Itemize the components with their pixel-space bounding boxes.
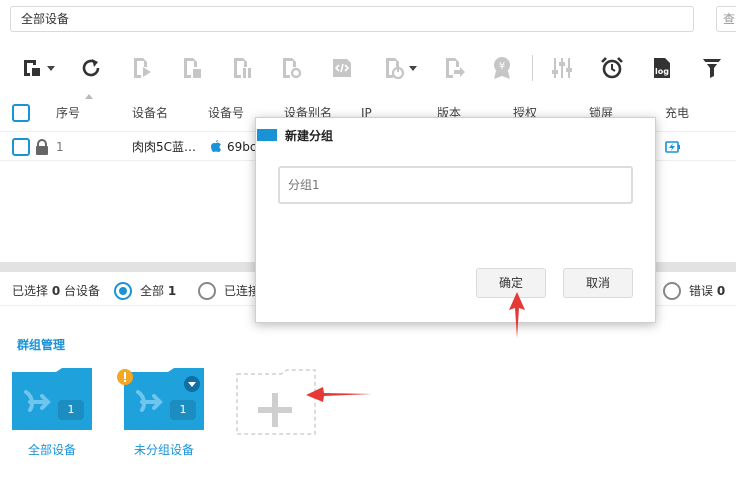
- export-button[interactable]: [440, 52, 468, 84]
- dropdown-icon[interactable]: [183, 375, 201, 393]
- log-button[interactable]: log: [648, 52, 676, 84]
- new-group-dialog: 新建分组 确定 取消: [255, 117, 656, 323]
- script-button[interactable]: [328, 52, 356, 84]
- row-device-name: 肉肉5C蓝…: [132, 140, 197, 154]
- file-sync-icon: [283, 58, 302, 79]
- add-group-icon: [236, 369, 316, 435]
- lock-icon: [36, 139, 48, 155]
- toolbar-divider: [532, 55, 533, 81]
- filter-error-radio[interactable]: [663, 282, 681, 300]
- filter-all-radio[interactable]: [114, 282, 132, 300]
- chevron-down-icon: [47, 65, 55, 71]
- annotation-arrow-left-icon: [306, 387, 372, 402]
- device-select-button[interactable]: [16, 52, 60, 84]
- filter-all-label[interactable]: 全部 1: [140, 276, 176, 306]
- group-label-ungrouped[interactable]: 未分组设备: [134, 441, 194, 458]
- dialog-title: 新建分组: [285, 129, 334, 143]
- log-icon-label: log: [655, 67, 669, 76]
- export-icon: [446, 58, 465, 78]
- group-select[interactable]: 全部设备: [10, 6, 694, 32]
- badge-icon: ¥: [494, 57, 510, 79]
- script-icon: [333, 59, 351, 77]
- select-all-checkbox[interactable]: [12, 104, 30, 122]
- file-icon: [184, 58, 201, 78]
- file-button[interactable]: [178, 52, 206, 84]
- column-header-name[interactable]: 设备名: [132, 96, 168, 130]
- file-sync-button[interactable]: [277, 52, 305, 84]
- group-device-count: 1: [58, 400, 84, 420]
- sliders-button[interactable]: [548, 52, 576, 84]
- apple-icon: [211, 140, 221, 152]
- log-icon: log: [654, 58, 670, 78]
- refresh-icon: [82, 59, 100, 77]
- play-icon: [134, 58, 151, 78]
- file-info-icon: [234, 58, 251, 78]
- device-select-icon: [24, 60, 40, 76]
- row-index: 1: [56, 140, 64, 154]
- power-icon: [386, 58, 405, 80]
- filter-error-label[interactable]: 错误 0: [689, 276, 725, 306]
- file-info-button[interactable]: [228, 52, 256, 84]
- alarm-clock-icon: [601, 57, 623, 79]
- group-management-title: 群组管理: [17, 338, 66, 352]
- annotation-arrow-up-icon: [509, 292, 525, 338]
- play-button[interactable]: [128, 52, 156, 84]
- charging-icon: [665, 141, 680, 153]
- column-header-charging[interactable]: 充电: [665, 96, 689, 130]
- cancel-button[interactable]: 取消: [563, 268, 633, 298]
- filter-connected-radio[interactable]: [198, 282, 216, 300]
- badge-button[interactable]: ¥: [488, 52, 516, 84]
- group-label-all[interactable]: 全部设备: [28, 441, 76, 458]
- filter-button[interactable]: [698, 52, 726, 84]
- group-device-count: 1: [170, 400, 196, 420]
- refresh-button[interactable]: [76, 52, 106, 84]
- sliders-icon: [552, 58, 572, 78]
- row-checkbox[interactable]: [12, 138, 30, 156]
- alarm-button[interactable]: [598, 52, 626, 84]
- add-group-button[interactable]: [236, 369, 316, 435]
- search-input[interactable]: 查: [716, 6, 736, 32]
- folder-icon: [12, 368, 92, 430]
- group-name-input[interactable]: [278, 166, 633, 204]
- power-button[interactable]: [378, 52, 422, 84]
- dialog-title-icon: [257, 129, 277, 141]
- svg-text:¥: ¥: [499, 61, 505, 72]
- group-folder-all[interactable]: 1: [12, 368, 92, 430]
- filter-icon: [703, 59, 721, 78]
- chevron-down-icon: [409, 65, 417, 71]
- column-header-index[interactable]: 序号: [56, 96, 80, 130]
- row-device-id: 69bc: [227, 140, 257, 154]
- warning-icon: [117, 369, 133, 385]
- column-header-device-id[interactable]: 设备号: [208, 96, 244, 130]
- selected-count-text: 已选择 0 台设备: [12, 284, 101, 298]
